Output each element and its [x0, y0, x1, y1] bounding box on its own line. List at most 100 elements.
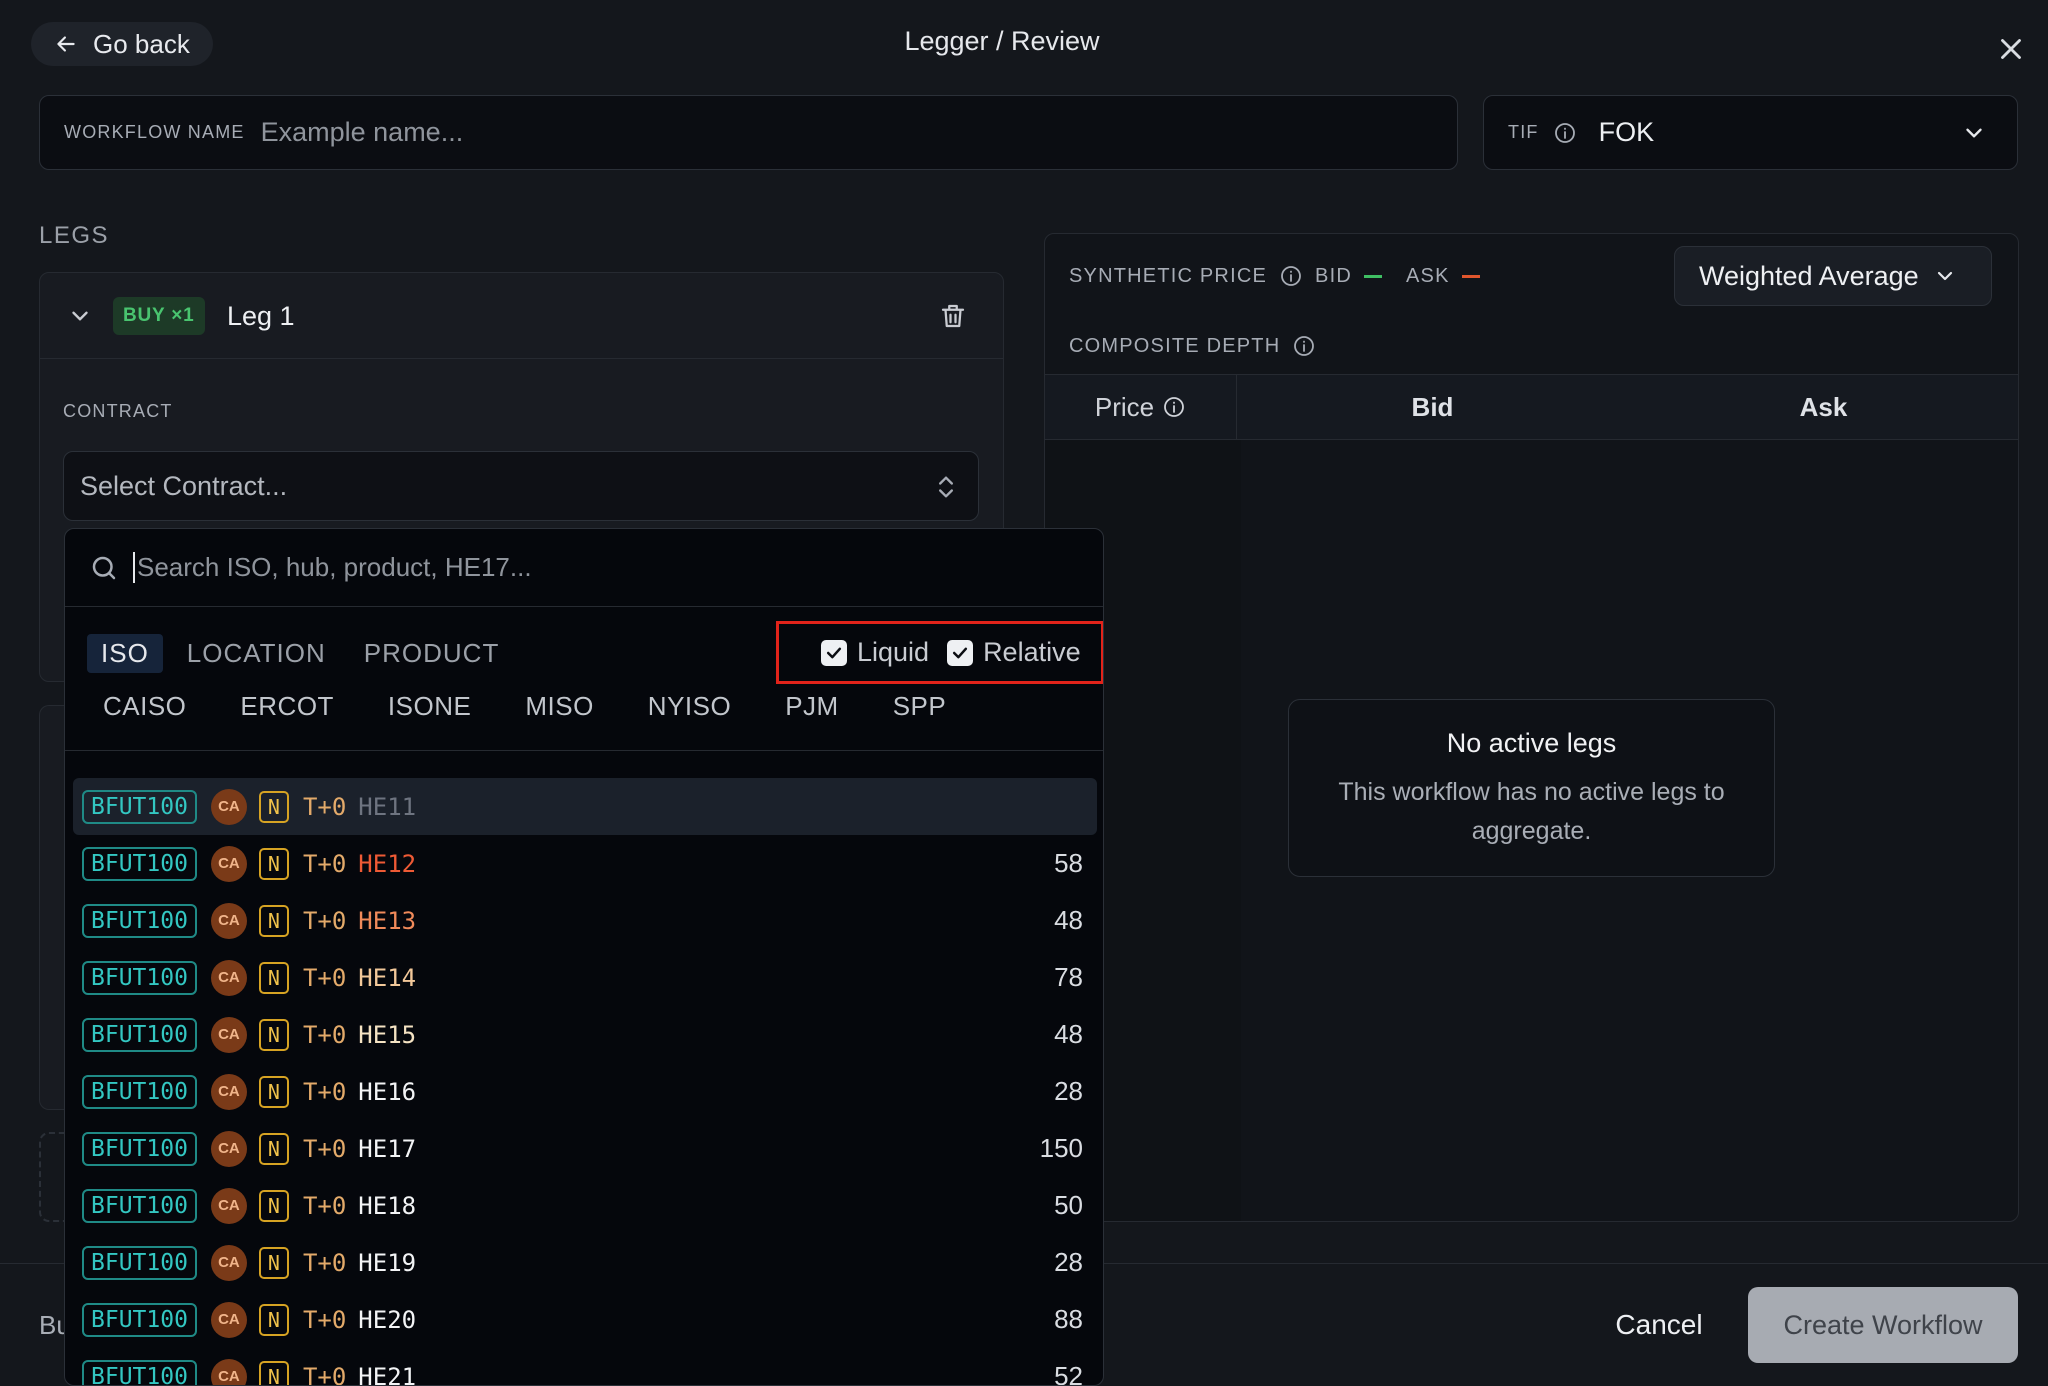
empty-state: No active legs This workflow has no acti…	[1288, 699, 1775, 877]
delivery-day: T+0	[302, 963, 347, 992]
iso-option-isone[interactable]: ISONE	[388, 691, 471, 722]
iso-badge: CA	[210, 788, 247, 825]
contract-row[interactable]: BFUT100 CA N T+0 HE19 28	[73, 1234, 1097, 1291]
leg-name: Leg 1	[227, 301, 295, 331]
aggregation-method-value: Weighted Average	[1699, 260, 1919, 291]
liquid-checkbox[interactable]	[821, 639, 847, 666]
picker-search-input[interactable]	[133, 552, 1033, 583]
info-icon	[1554, 122, 1575, 143]
hour-ending: HE11	[358, 792, 417, 821]
info-icon	[1281, 266, 1301, 286]
hour-ending: HE17	[358, 1134, 417, 1163]
contract-symbol: BFUT100	[82, 903, 197, 938]
iso-option-spp[interactable]: SPP	[893, 691, 947, 722]
contract-row[interactable]: BFUT100 CA N T+0 HE15 48	[73, 1006, 1097, 1063]
contract-row[interactable]: BFUT100 CA N T+0 HE18 50	[73, 1177, 1097, 1234]
relative-checkbox[interactable]	[947, 639, 974, 666]
iso-badge: CA	[210, 845, 247, 882]
contract-symbol: BFUT100	[82, 1245, 197, 1280]
contract-quantity: 78	[1054, 962, 1083, 992]
contract-row[interactable]: BFUT100 CA N T+0 HE16 28	[73, 1063, 1097, 1120]
hour-ending: HE21	[358, 1362, 417, 1386]
contract-row[interactable]: BFUT100 CA N T+0 HE13 48	[73, 892, 1097, 949]
iso-list: CAISO ERCOT ISONE MISO NYISO PJM SPP	[103, 691, 1000, 722]
picker-search-row	[65, 529, 1103, 607]
workflow-name-input[interactable]	[260, 117, 1361, 148]
page-title: Legger / Review	[904, 26, 1100, 56]
contract-quantity: 50	[1054, 1190, 1083, 1220]
iso-badge: CA	[210, 1358, 247, 1385]
cancel-button[interactable]: Cancel	[1594, 1305, 1724, 1345]
contract-symbol: BFUT100	[82, 1188, 197, 1223]
leg-header[interactable]: BUY ×1 Leg 1	[40, 273, 1003, 359]
column-header-ask: Ask	[1799, 391, 1848, 422]
tab-product[interactable]: PRODUCT	[350, 634, 514, 673]
create-workflow-button[interactable]: Create Workflow	[1748, 1287, 2018, 1363]
hour-ending: HE20	[358, 1305, 417, 1334]
type-badge: N	[258, 847, 289, 880]
hour-ending: HE12	[358, 849, 417, 878]
contract-row[interactable]: BFUT100 CA N T+0 HE12 58	[73, 835, 1097, 892]
delivery-day: T+0	[302, 1191, 347, 1220]
aggregation-method-select[interactable]: Weighted Average	[1674, 246, 1992, 306]
contract-symbol: BFUT100	[82, 1017, 197, 1052]
workflow-name-field[interactable]: WORKFLOW NAME	[39, 95, 1458, 170]
delivery-day: T+0	[302, 1305, 347, 1334]
synthetic-panel: SYNTHETIC PRICE BID ASK Weighted Average…	[1044, 233, 2019, 1222]
type-badge: N	[258, 1018, 289, 1051]
picker-tabs: ISO LOCATION PRODUCT	[87, 634, 513, 673]
tab-location[interactable]: LOCATION	[173, 634, 340, 673]
composite-depth-label: COMPOSITE DEPTH	[1069, 334, 1281, 357]
contract-quantity: 150	[1039, 1133, 1083, 1163]
contract-row[interactable]: BFUT100 CA N T+0 HE17 150	[73, 1120, 1097, 1177]
contract-row[interactable]: BFUT100 CA N T+0 HE11	[73, 778, 1097, 835]
contract-label: CONTRACT	[63, 401, 173, 421]
contract-symbol: BFUT100	[82, 1302, 197, 1337]
trash-icon[interactable]	[938, 301, 968, 331]
contract-symbol: BFUT100	[82, 789, 197, 824]
contract-row[interactable]: BFUT100 CA N T+0 HE14 78	[73, 949, 1097, 1006]
iso-option-ercot[interactable]: ERCOT	[240, 691, 334, 722]
contract-quantity: 28	[1054, 1076, 1083, 1106]
search-icon	[92, 556, 116, 579]
delivery-day: T+0	[302, 849, 347, 878]
info-icon	[1164, 397, 1185, 417]
contract-row[interactable]: BFUT100 CA N T+0 HE21 52	[73, 1348, 1097, 1386]
contract-list: BFUT100 CA N T+0 HE11 BFUT100 CA N T+0 HE12 58 BFUT…	[73, 778, 1097, 1386]
iso-option-pjm[interactable]: PJM	[785, 691, 839, 722]
tif-select[interactable]: TIF FOK	[1483, 95, 2018, 170]
contract-quantity: 28	[1054, 1247, 1083, 1277]
tif-value: FOK	[1598, 117, 1655, 147]
contract-symbol: BFUT100	[82, 1074, 197, 1109]
relative-label: Relative	[983, 637, 1081, 667]
contract-symbol: BFUT100	[82, 846, 197, 881]
composite-depth-row: COMPOSITE DEPTH	[1069, 334, 1316, 358]
type-badge: N	[258, 1189, 289, 1222]
filter-toggles: Liquid Relative	[776, 621, 1103, 684]
bid-label: BID	[1315, 264, 1352, 287]
column-header-bid: Bid	[1411, 391, 1454, 422]
close-icon[interactable]	[1994, 32, 2028, 66]
contract-quantity: 48	[1054, 905, 1083, 935]
synthetic-price-label: SYNTHETIC PRICE	[1069, 264, 1268, 287]
type-badge: N	[258, 904, 289, 937]
contract-symbol: BFUT100	[82, 960, 197, 995]
contract-symbol: BFUT100	[82, 1131, 197, 1166]
iso-badge: CA	[210, 1244, 247, 1281]
tab-iso[interactable]: ISO	[87, 634, 163, 673]
iso-option-nyiso[interactable]: NYISO	[648, 691, 731, 722]
hour-ending: HE14	[358, 963, 417, 992]
type-badge: N	[258, 1075, 289, 1108]
contract-placeholder: Select Contract...	[80, 470, 288, 501]
type-badge: N	[258, 1132, 289, 1165]
iso-option-miso[interactable]: MISO	[525, 691, 593, 722]
chevron-updown-icon	[939, 476, 953, 498]
contract-picker-popover: ISO LOCATION PRODUCT Liquid Relative CAI…	[64, 528, 1104, 1386]
contract-quantity: 48	[1054, 1019, 1083, 1049]
iso-option-caiso[interactable]: CAISO	[103, 691, 186, 722]
contract-row[interactable]: BFUT100 CA N T+0 HE20 88	[73, 1291, 1097, 1348]
chevron-down-icon[interactable]	[67, 303, 93, 329]
contract-select[interactable]: Select Contract...	[63, 451, 979, 521]
contract-quantity: 88	[1054, 1304, 1083, 1334]
type-badge: N	[258, 1360, 289, 1385]
